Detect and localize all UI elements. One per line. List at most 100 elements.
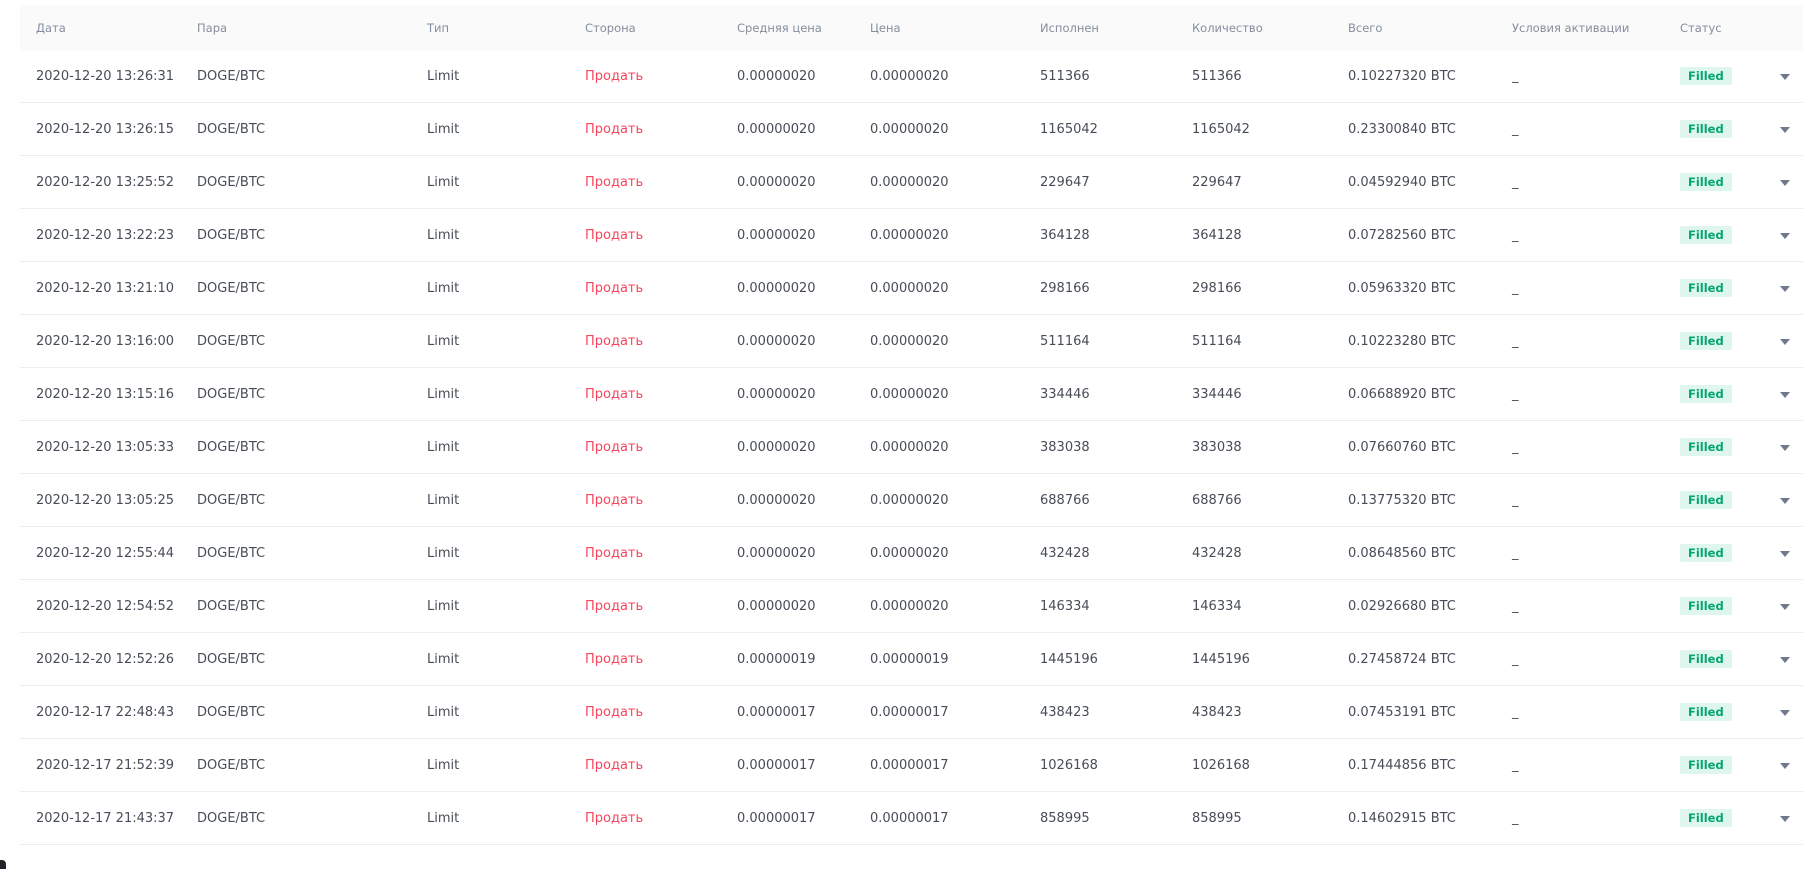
order-avg-price: 0.00000020 <box>737 280 816 296</box>
row-expand-button[interactable] <box>1751 284 1803 292</box>
caret-down-icon[interactable] <box>1780 763 1790 769</box>
order-side: Продать <box>585 545 644 561</box>
order-total: 0.02926680 BTC <box>1348 598 1456 614</box>
row-expand-button[interactable] <box>1751 761 1803 769</box>
order-trigger-condition: _ <box>1512 757 1519 773</box>
table-row[interactable]: 2020-12-20 13:26:31 DOGE/BTC Limit Продать 0… <box>20 50 1803 103</box>
order-trigger-condition: _ <box>1512 598 1519 614</box>
header-side: Сторона <box>585 21 636 35</box>
table-row[interactable]: 2020-12-20 13:26:15 DOGE/BTC Limit Продать 0… <box>20 103 1803 156</box>
order-type: Limit <box>427 333 460 349</box>
order-trigger-condition: _ <box>1512 386 1519 402</box>
caret-down-icon[interactable] <box>1780 180 1790 186</box>
order-avg-price: 0.00000020 <box>737 121 816 137</box>
table-row[interactable]: 2020-12-17 21:43:37 DOGE/BTC Limit Продать 0… <box>20 792 1803 845</box>
header-pair: Пара <box>197 21 228 35</box>
row-expand-button[interactable] <box>1751 708 1803 716</box>
table-row[interactable]: 2020-12-20 12:52:26 DOGE/BTC Limit Продать 0… <box>20 633 1803 686</box>
table-row[interactable]: 2020-12-20 12:55:44 DOGE/BTC Limit Продать 0… <box>20 527 1803 580</box>
table-row[interactable]: 2020-12-20 13:21:10 DOGE/BTC Limit Продать 0… <box>20 262 1803 315</box>
row-expand-button[interactable] <box>1751 337 1803 345</box>
table-row[interactable]: 2020-12-17 22:48:43 DOGE/BTC Limit Продать 0… <box>20 686 1803 739</box>
row-expand-button[interactable] <box>1751 178 1803 186</box>
table-row[interactable]: 2020-12-20 12:54:52 DOGE/BTC Limit Продать 0… <box>20 580 1803 633</box>
table-row[interactable]: 2020-12-20 13:05:25 DOGE/BTC Limit Продать 0… <box>20 474 1803 527</box>
order-filled: 298166 <box>1040 280 1090 296</box>
order-date: 2020-12-20 13:26:31 <box>36 68 175 84</box>
order-side: Продать <box>585 704 644 720</box>
order-date: 2020-12-20 13:22:23 <box>36 227 175 243</box>
table-row[interactable]: 2020-12-20 13:15:16 DOGE/BTC Limit Продать 0… <box>20 368 1803 421</box>
table-row[interactable]: 2020-12-20 13:16:00 DOGE/BTC Limit Продать 0… <box>20 315 1803 368</box>
header-status: Статус <box>1680 21 1722 35</box>
order-side: Продать <box>585 757 644 773</box>
table-row[interactable]: 2020-12-20 13:05:33 DOGE/BTC Limit Продать 0… <box>20 421 1803 474</box>
order-side: Продать <box>585 810 644 826</box>
order-filled: 511366 <box>1040 68 1090 84</box>
row-expand-button[interactable] <box>1751 549 1803 557</box>
order-amount: 298166 <box>1192 280 1242 296</box>
order-price: 0.00000020 <box>870 492 949 508</box>
row-expand-button[interactable] <box>1751 72 1803 80</box>
order-date: 2020-12-20 13:21:10 <box>36 280 175 296</box>
order-date: 2020-12-20 12:54:52 <box>36 598 175 614</box>
table-row[interactable]: 2020-12-20 13:22:23 DOGE/BTC Limit Продать 0… <box>20 209 1803 262</box>
caret-down-icon[interactable] <box>1780 604 1790 610</box>
order-pair: DOGE/BTC <box>197 68 266 84</box>
order-total: 0.08648560 BTC <box>1348 545 1456 561</box>
order-avg-price: 0.00000019 <box>737 651 816 667</box>
caret-down-icon[interactable] <box>1780 445 1790 451</box>
caret-down-icon[interactable] <box>1780 233 1790 239</box>
caret-down-icon[interactable] <box>1780 816 1790 822</box>
caret-down-icon[interactable] <box>1780 392 1790 398</box>
order-amount: 146334 <box>1192 598 1242 614</box>
order-price: 0.00000017 <box>870 704 949 720</box>
caret-down-icon[interactable] <box>1780 710 1790 716</box>
row-expand-button[interactable] <box>1751 655 1803 663</box>
order-trigger-condition: _ <box>1512 280 1519 296</box>
order-status-cell: Filled <box>1664 544 1751 562</box>
row-expand-button[interactable] <box>1751 496 1803 504</box>
table-row[interactable]: 2020-12-20 13:25:52 DOGE/BTC Limit Продать 0… <box>20 156 1803 209</box>
order-pair: DOGE/BTC <box>197 704 266 720</box>
status-badge: Filled <box>1680 67 1732 85</box>
order-pair: DOGE/BTC <box>197 598 266 614</box>
order-side: Продать <box>585 227 644 243</box>
order-amount: 334446 <box>1192 386 1242 402</box>
order-amount: 1445196 <box>1192 651 1250 667</box>
header-type: Тип <box>427 21 450 35</box>
caret-down-icon[interactable] <box>1780 657 1790 663</box>
row-expand-button[interactable] <box>1751 231 1803 239</box>
row-expand-button[interactable] <box>1751 390 1803 398</box>
order-price: 0.00000020 <box>870 598 949 614</box>
order-date: 2020-12-20 13:05:33 <box>36 439 175 455</box>
order-type: Limit <box>427 598 460 614</box>
header-avg-price: Средняя цена <box>737 21 822 35</box>
table-row[interactable]: 2020-12-17 21:52:39 DOGE/BTC Limit Продать 0… <box>20 739 1803 792</box>
order-pair: DOGE/BTC <box>197 757 266 773</box>
caret-down-icon[interactable] <box>1780 498 1790 504</box>
order-filled: 688766 <box>1040 492 1090 508</box>
row-expand-button[interactable] <box>1751 814 1803 822</box>
order-price: 0.00000020 <box>870 174 949 190</box>
order-status-cell: Filled <box>1664 67 1751 85</box>
row-expand-button[interactable] <box>1751 443 1803 451</box>
order-total: 0.07660760 BTC <box>1348 439 1456 455</box>
order-trigger-condition: _ <box>1512 492 1519 508</box>
order-side: Продать <box>585 651 644 667</box>
caret-down-icon[interactable] <box>1780 286 1790 292</box>
order-price: 0.00000020 <box>870 280 949 296</box>
status-badge: Filled <box>1680 544 1732 562</box>
row-expand-button[interactable] <box>1751 125 1803 133</box>
order-filled: 1165042 <box>1040 121 1098 137</box>
order-date: 2020-12-20 13:15:16 <box>36 386 175 402</box>
order-price: 0.00000020 <box>870 545 949 561</box>
caret-down-icon[interactable] <box>1780 74 1790 80</box>
caret-down-icon[interactable] <box>1780 127 1790 133</box>
row-expand-button[interactable] <box>1751 602 1803 610</box>
caret-down-icon[interactable] <box>1780 339 1790 345</box>
order-amount: 229647 <box>1192 174 1242 190</box>
header-filled: Исполнен <box>1040 21 1099 35</box>
order-amount: 438423 <box>1192 704 1242 720</box>
caret-down-icon[interactable] <box>1780 551 1790 557</box>
